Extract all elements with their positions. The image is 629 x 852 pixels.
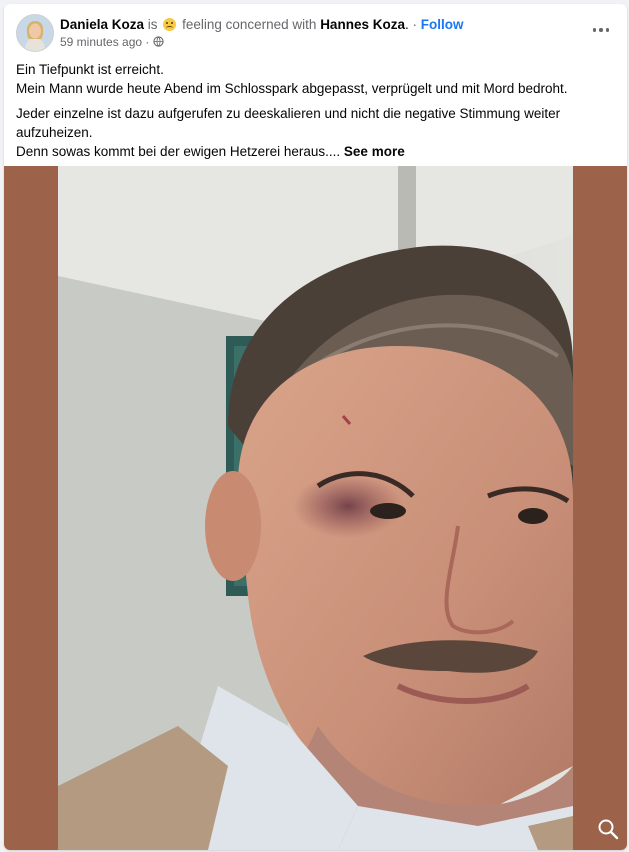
see-more-link[interactable]: See more xyxy=(344,144,405,159)
author-avatar[interactable] xyxy=(16,14,54,52)
author-name[interactable]: Daniela Koza xyxy=(60,17,144,32)
meta-separator: · xyxy=(145,35,150,49)
post-line-3: Jeder einzelne ist dazu aufgerufen zu de… xyxy=(16,106,561,140)
title-period: . xyxy=(404,17,409,32)
post-card: Daniela Koza is feeling concerned with H… xyxy=(4,4,627,850)
post-line-1: Ein Tiefpunkt ist erreicht. xyxy=(16,62,164,77)
post-timestamp[interactable]: 59 minutes ago xyxy=(60,35,142,49)
search-icon[interactable] xyxy=(597,818,619,840)
worried-face-icon xyxy=(163,18,177,31)
post-meta: 59 minutes ago · xyxy=(60,35,164,50)
feeling-text: feeling concerned with xyxy=(182,17,317,32)
is-text: is xyxy=(147,17,158,32)
post-header: Daniela Koza is feeling concerned with H… xyxy=(4,4,627,60)
post-line-4: Denn sowas kommt bei der ewigen Hetzerei… xyxy=(16,144,341,159)
post-title-line: Daniela Koza is feeling concerned with H… xyxy=(60,16,464,33)
tagged-name[interactable]: Hannes Koza xyxy=(320,17,405,32)
photo-container[interactable] xyxy=(4,166,627,850)
follow-button[interactable]: Follow xyxy=(421,17,464,32)
more-options-icon[interactable] xyxy=(589,20,613,40)
post-line-2: Mein Mann wurde heute Abend im Schlosspa… xyxy=(16,81,568,96)
title-separator: · xyxy=(412,17,418,32)
post-photo[interactable] xyxy=(58,166,573,850)
post-text: Ein Tiefpunkt ist erreicht. Mein Mann wu… xyxy=(16,60,616,161)
globe-icon[interactable] xyxy=(153,36,164,47)
post-line-4-wrap: Denn sowas kommt bei der ewigen Hetzerei… xyxy=(16,142,616,161)
